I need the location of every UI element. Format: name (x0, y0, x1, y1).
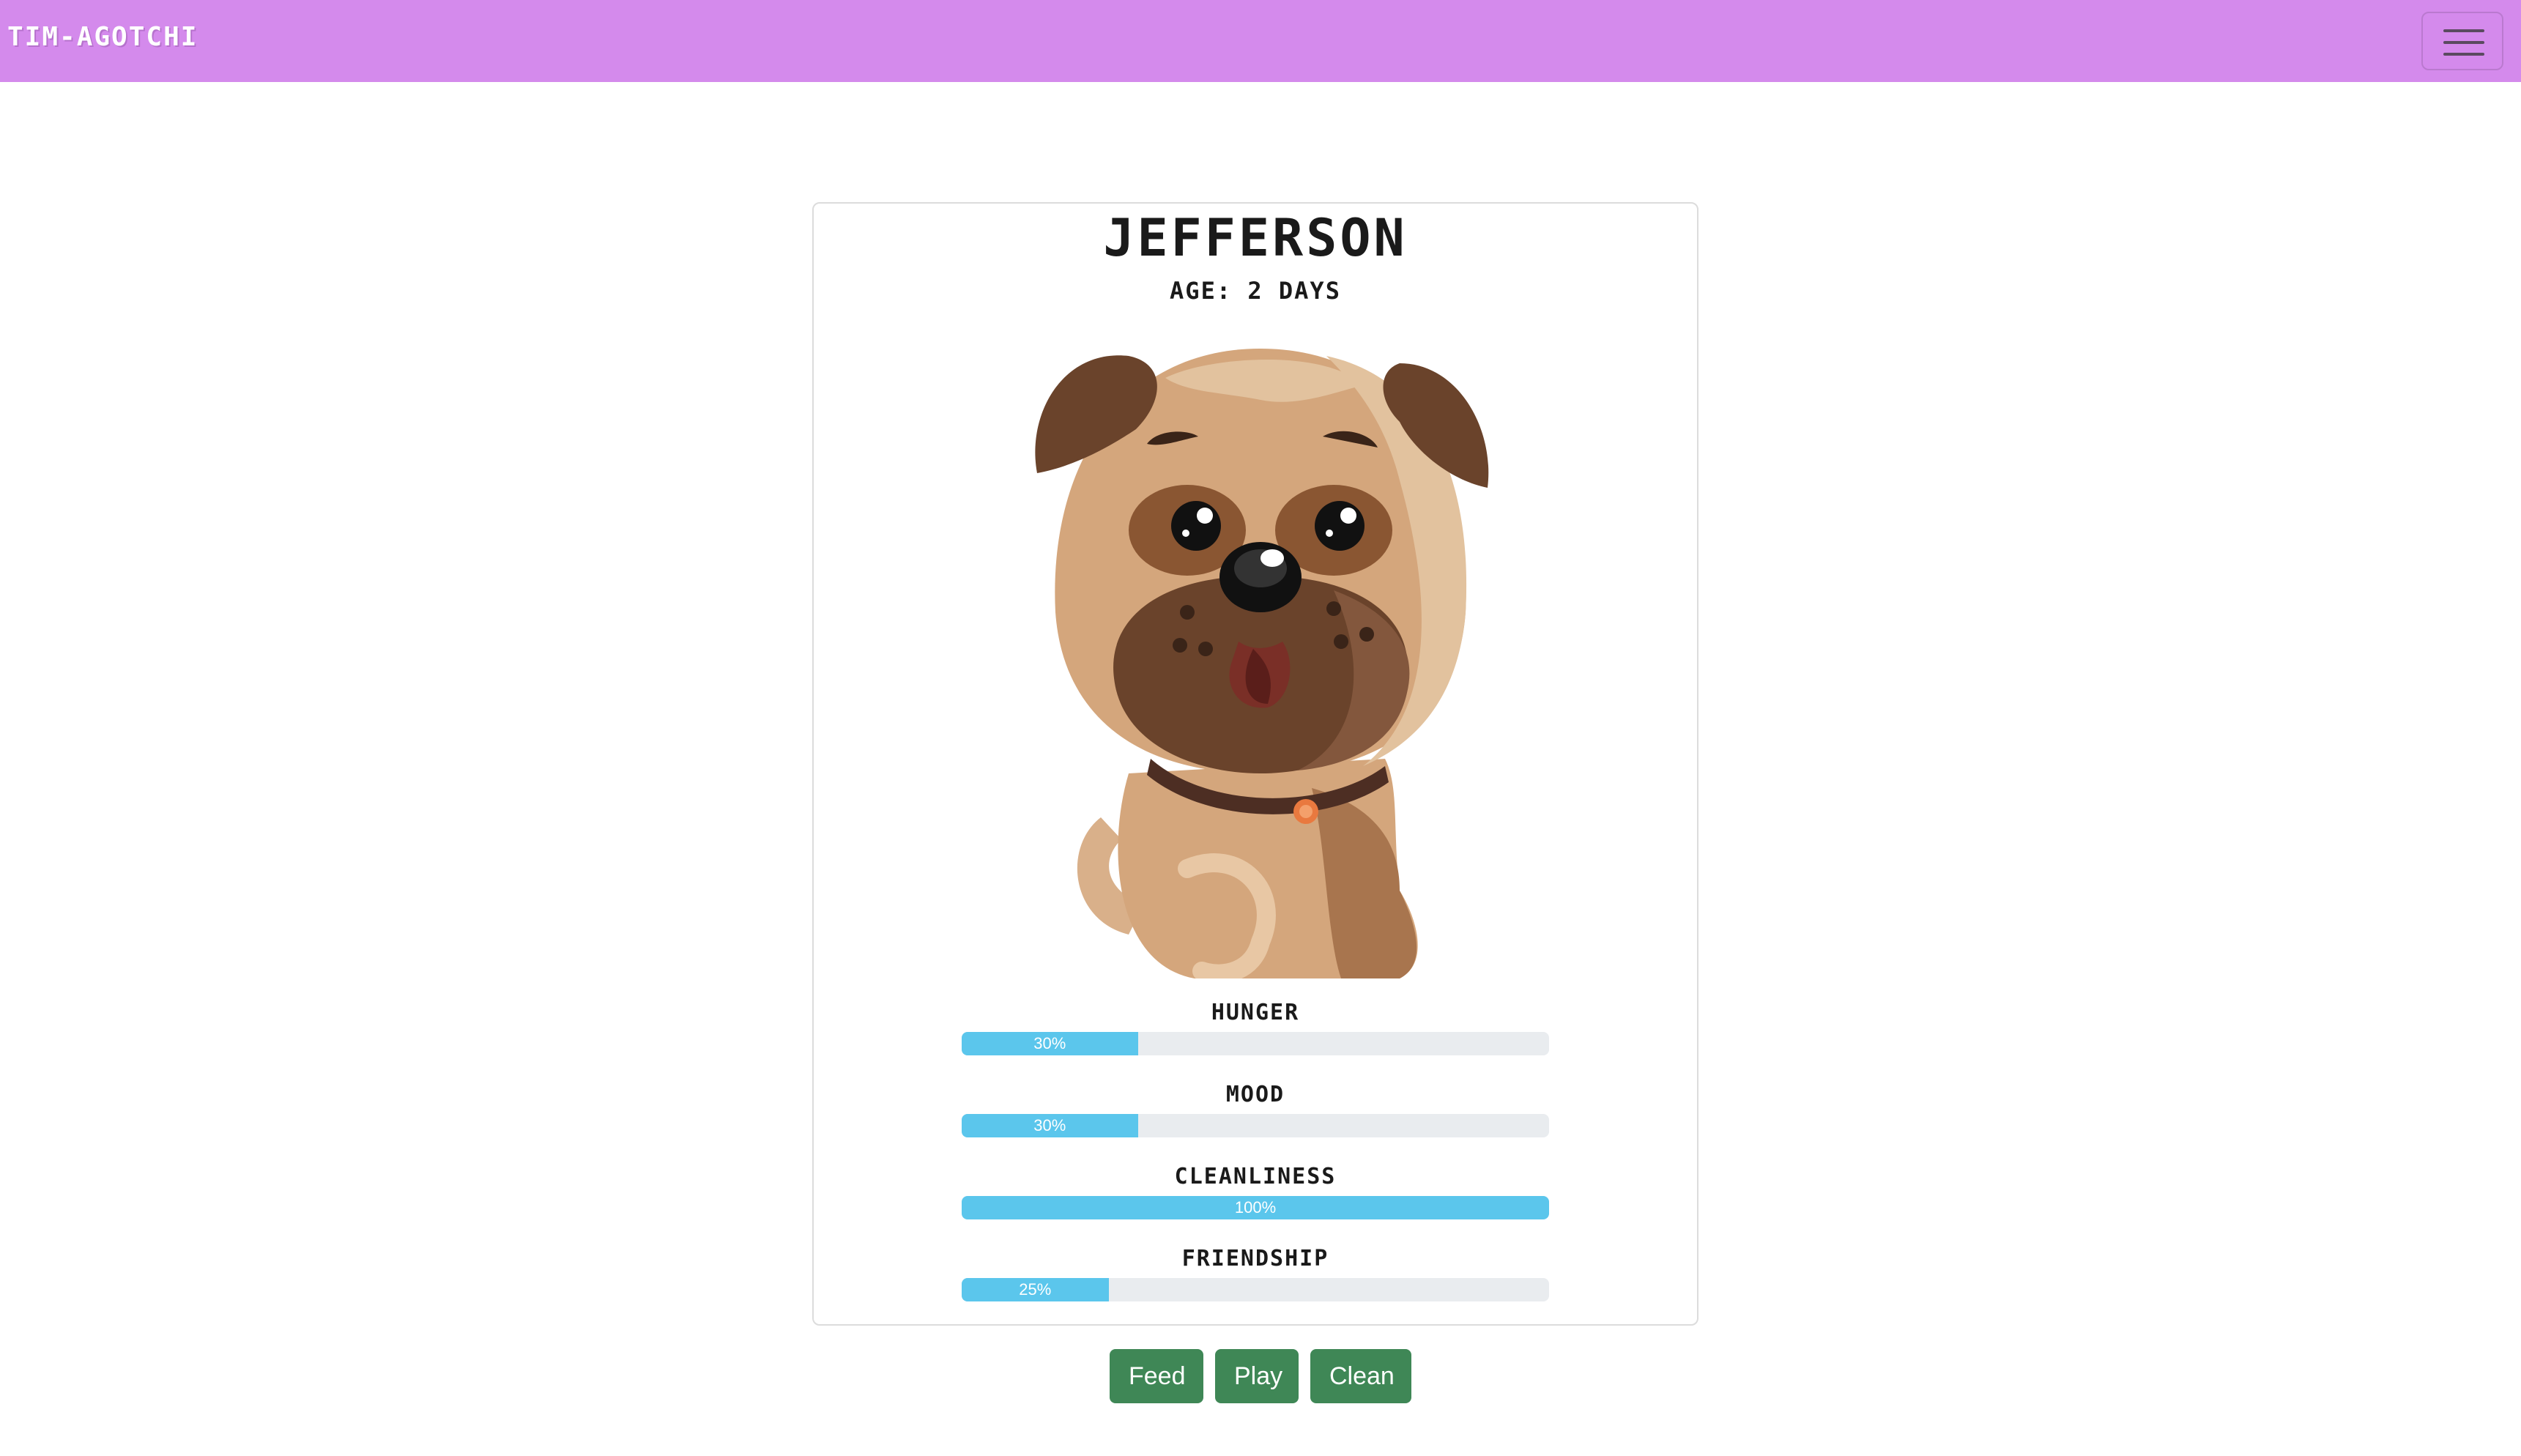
stat-hunger: HUNGER 30% (962, 997, 1549, 1055)
progress-bar-hunger: 30% (962, 1032, 1138, 1055)
stat-label-friendship: FRIENDSHIP (1181, 1246, 1329, 1271)
stat-mood: MOOD 30% (962, 1079, 1549, 1137)
pet-card: JEFFERSON AGE: 2 DAYS HUNGER 30% MOOD 30… (812, 202, 1698, 1326)
clean-button[interactable]: Clean (1310, 1349, 1411, 1403)
brand-logo[interactable]: TIM-AGOTCHI (7, 22, 198, 52)
progress-bar-friendship: 25% (962, 1278, 1109, 1301)
progress-bar-mood: 30% (962, 1114, 1138, 1137)
progress-cleanliness: 100% (962, 1196, 1549, 1219)
feed-button[interactable]: Feed (1110, 1349, 1203, 1403)
progress-hunger: 30% (962, 1032, 1549, 1055)
top-navbar: TIM-AGOTCHI (0, 0, 2521, 82)
progress-friendship: 25% (962, 1278, 1549, 1301)
stat-friendship: FRIENDSHIP 25% (962, 1243, 1549, 1301)
pet-age: AGE: 2 DAYS (1170, 277, 1341, 305)
progress-mood: 30% (962, 1114, 1549, 1137)
menu-toggle-button[interactable] (2421, 12, 2503, 70)
play-button[interactable]: Play (1215, 1349, 1299, 1403)
stat-label-mood: MOOD (1225, 1082, 1285, 1107)
progress-bar-cleanliness: 100% (962, 1196, 1549, 1219)
stat-cleanliness: CLEANLINESS 100% (962, 1161, 1549, 1219)
pug-puppy-illustration (1035, 349, 1489, 978)
stat-label-hunger: HUNGER (1211, 1000, 1300, 1025)
action-buttons: Feed Play Clean (0, 1349, 2521, 1403)
hamburger-menu-icon (2443, 29, 2484, 56)
pet-name: JEFFERSON (1103, 208, 1408, 268)
stat-label-cleanliness: CLEANLINESS (1174, 1164, 1337, 1189)
